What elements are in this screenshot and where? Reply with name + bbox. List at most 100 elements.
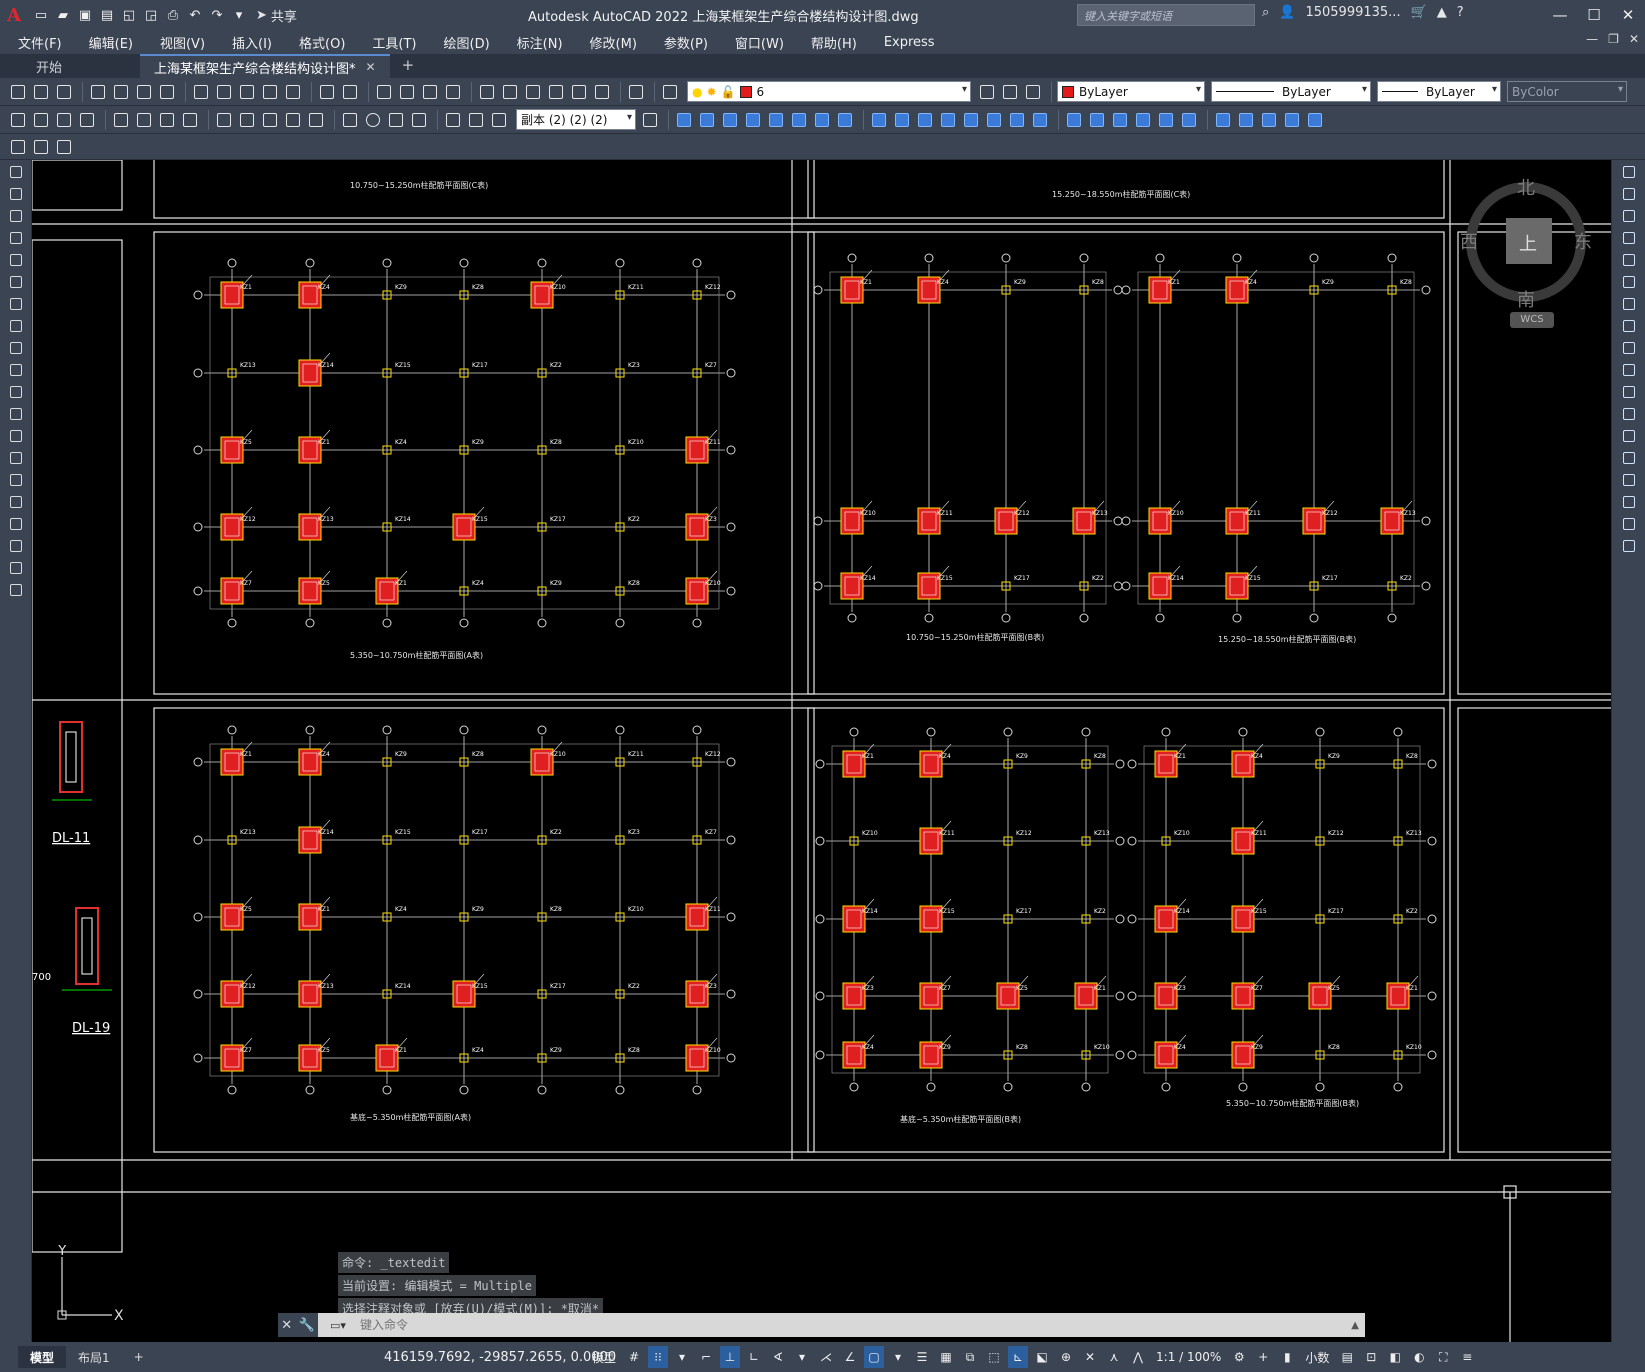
customization-icon[interactable]: ≡ [1457, 1346, 1477, 1368]
plot-icon[interactable] [88, 82, 108, 102]
ellipse-arc-icon[interactable] [5, 382, 27, 402]
tab-close-icon[interactable]: ✕ [366, 60, 376, 74]
dim-linear-icon[interactable] [8, 110, 28, 130]
markup-icon[interactable] [569, 82, 589, 102]
tab-model-layout[interactable]: 模型 [18, 1346, 67, 1368]
layer-match-icon[interactable] [1000, 82, 1020, 102]
clean-screen-icon[interactable]: ⛶ [1433, 1346, 1453, 1368]
box-icon[interactable] [674, 110, 694, 130]
lineweight-dropdown[interactable]: ByLayer ▾ [1377, 81, 1501, 102]
menu-item[interactable]: Express [884, 35, 935, 50]
dim-jogged-icon[interactable] [134, 110, 154, 130]
save-as-icon[interactable]: ▤ [98, 6, 116, 24]
3d-dwf-icon[interactable] [157, 82, 177, 102]
layer-previous-icon[interactable] [1023, 82, 1043, 102]
polysolid-icon[interactable] [835, 110, 855, 130]
customize-command-icon[interactable]: 🔧 [299, 1318, 315, 1333]
menu-item[interactable]: 标注(N) [517, 33, 563, 52]
cursor-coordinates[interactable]: 416159.7692, -29857.2655, 0.0000 [384, 1350, 616, 1365]
circle-icon[interactable] [5, 294, 27, 314]
gizmo-icon[interactable]: ⊕ [1056, 1346, 1076, 1368]
open-icon[interactable] [31, 82, 51, 102]
menu-item[interactable]: 工具(T) [372, 33, 416, 52]
quickcalc-icon[interactable] [592, 82, 612, 102]
align-3d-icon[interactable] [1259, 110, 1279, 130]
properties-icon[interactable] [477, 82, 497, 102]
tolerance-icon[interactable] [340, 110, 360, 130]
gradient-icon[interactable] [5, 492, 27, 512]
selection-cycling-icon[interactable]: ⧉ [960, 1346, 980, 1368]
auto-scale-icon[interactable]: ⋏ [1104, 1346, 1124, 1368]
add-selected-icon[interactable] [5, 580, 27, 600]
new-file-icon[interactable]: ▭ [32, 6, 50, 24]
stretch-icon[interactable] [1618, 338, 1640, 358]
dim-radius-icon[interactable] [111, 110, 131, 130]
search-input[interactable]: 键入关键字或短语 [1077, 4, 1255, 26]
dim-continue-icon[interactable] [260, 110, 280, 130]
viewcube-top-face[interactable]: 上 [1519, 230, 1537, 256]
rotate-3d-icon[interactable] [1236, 110, 1256, 130]
tab-start[interactable]: 开始 [0, 54, 140, 78]
open-file-icon[interactable]: ▰ [54, 6, 72, 24]
zoom-previous-icon[interactable] [443, 82, 463, 102]
edit-block-icon[interactable] [31, 137, 51, 157]
hatch-icon[interactable] [5, 470, 27, 490]
explode-icon[interactable] [1618, 536, 1640, 556]
model-space-canvas[interactable]: KZ1 KZ4 KZ9 KZ8 KZ10 KZ11 KZ12 KZ13 KZ14 KZ15 KZ17… [32, 160, 1611, 1342]
polygon-icon[interactable] [5, 228, 27, 248]
hardware-acceleration-icon[interactable]: ◐ [1409, 1346, 1429, 1368]
dimstyle-dropdown[interactable]: 副本 (2) (2) (2) ▾ [516, 109, 636, 130]
menu-item[interactable]: 帮助(H) [811, 33, 857, 52]
new-tab-button[interactable]: + [390, 52, 427, 78]
line-icon[interactable] [5, 162, 27, 182]
command-expand-icon[interactable]: ▲ [1351, 1320, 1365, 1331]
autodesk-a360-icon[interactable]: ▲ [1437, 5, 1447, 20]
quick-properties-icon[interactable]: ▤ [1337, 1346, 1357, 1368]
inspect-icon[interactable] [386, 110, 406, 130]
menu-item[interactable]: 参数(P) [664, 33, 708, 52]
dim-ordinate-icon[interactable] [77, 110, 97, 130]
object-snap-icon[interactable]: ▢ [864, 1346, 885, 1368]
undo-icon[interactable]: ↶ [186, 6, 204, 24]
sheet-set-icon[interactable] [546, 82, 566, 102]
workspace-gear-icon[interactable]: ⚙ [1229, 1346, 1249, 1368]
chevron-down-icon[interactable]: ▾ [888, 1346, 908, 1368]
construction-line-icon[interactable] [5, 184, 27, 204]
trim-icon[interactable] [1618, 360, 1640, 380]
viewcube[interactable]: 北 南 东 西 上 WCS [1460, 166, 1600, 328]
subtract-icon[interactable] [1007, 110, 1027, 130]
fillet-icon[interactable] [1618, 492, 1640, 512]
ellipse-icon[interactable] [5, 360, 27, 380]
save-block-icon[interactable] [54, 137, 74, 157]
customize-qat-icon[interactable]: ▾ [230, 6, 248, 24]
close-command-icon[interactable]: ✕ [281, 1318, 292, 1333]
break-at-point-icon[interactable] [1618, 404, 1640, 424]
dim-break-icon[interactable] [306, 110, 326, 130]
presspull-icon[interactable] [892, 110, 912, 130]
model-space-button[interactable]: 模型 [588, 1349, 620, 1366]
menu-item[interactable]: 修改(M) [590, 33, 637, 52]
help-icon[interactable]: ? [1457, 5, 1464, 20]
lock-ui-icon[interactable]: ⊡ [1361, 1346, 1381, 1368]
search-icon[interactable]: ⌕ [1262, 5, 1269, 20]
mirror-3d-icon[interactable] [1282, 110, 1302, 130]
interfere-icon[interactable] [1087, 110, 1107, 130]
object-snap-tracking-icon[interactable]: ∠ [840, 1346, 860, 1368]
snap-icon[interactable]: ⁝⁝ [648, 1346, 669, 1368]
chevron-down-icon[interactable]: ▾ [792, 1346, 812, 1368]
dim-angular-icon[interactable] [180, 110, 200, 130]
plotstyle-dropdown[interactable]: ByColor ▾ [1507, 81, 1627, 102]
insert-block-icon[interactable] [5, 404, 27, 424]
revision-cloud-icon[interactable] [5, 316, 27, 336]
redo-icon[interactable] [340, 82, 360, 102]
mirror-icon[interactable] [1618, 206, 1640, 226]
quick-dim-icon[interactable] [214, 110, 234, 130]
plot-icon[interactable]: ⎙ [164, 6, 182, 24]
menu-item[interactable]: 绘图(D) [444, 33, 490, 52]
menu-item[interactable]: 编辑(E) [89, 33, 133, 52]
block-edit-icon[interactable] [283, 82, 303, 102]
save-icon[interactable] [54, 82, 74, 102]
break-icon[interactable] [1618, 426, 1640, 446]
command-input[interactable] [356, 1314, 1352, 1336]
block-editor-icon[interactable] [8, 137, 28, 157]
